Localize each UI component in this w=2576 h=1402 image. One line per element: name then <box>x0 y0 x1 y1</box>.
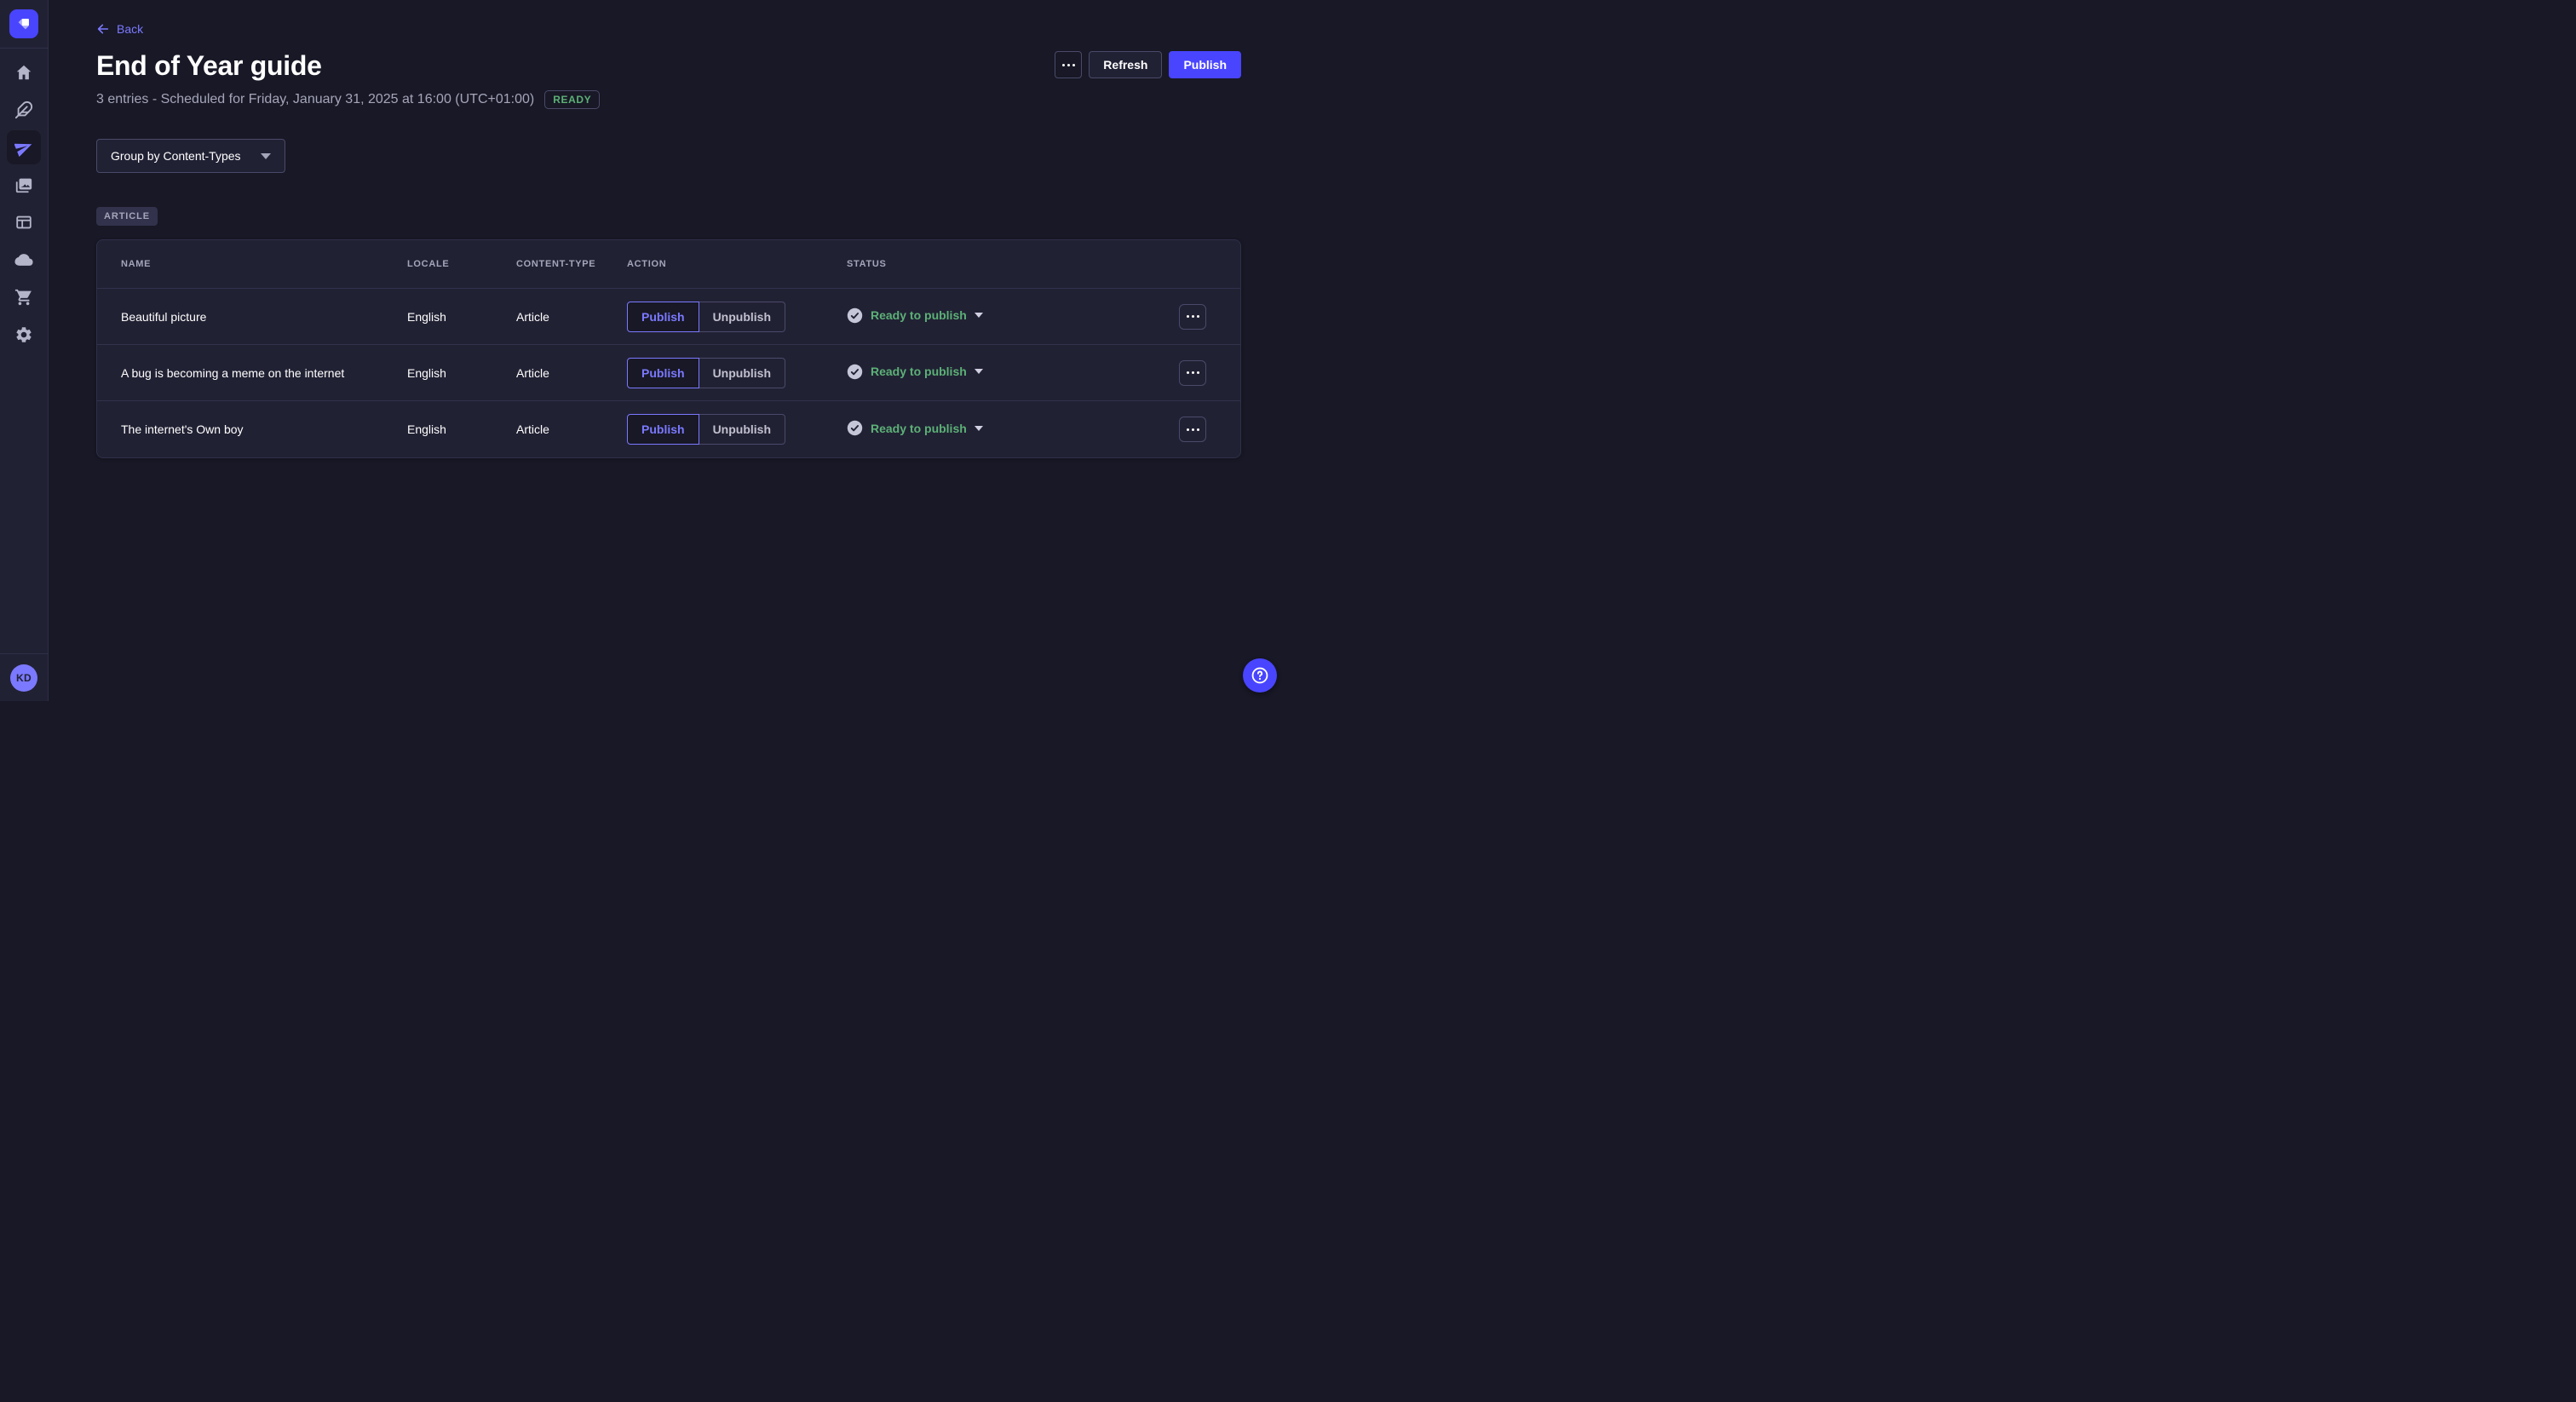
media-library-icon <box>14 175 33 194</box>
table-row: The internet's Own boy English Article P… <box>97 401 1240 457</box>
check-circle-icon <box>847 364 863 380</box>
entry-status-label: Ready to publish <box>871 308 967 322</box>
row-publish-button[interactable]: Publish <box>627 414 699 445</box>
sidebar-item-media-library[interactable] <box>7 168 41 202</box>
chevron-down-icon <box>975 369 983 374</box>
release-status-badge: READY <box>544 90 600 109</box>
column-header-locale: LOCALE <box>407 259 516 269</box>
table-row: A bug is becoming a meme on the internet… <box>97 345 1240 401</box>
avatar[interactable]: KD <box>10 664 37 692</box>
check-circle-icon <box>847 420 863 436</box>
main-navigation: KD <box>0 0 49 701</box>
table-row: Beautiful picture English Article Publis… <box>97 289 1240 345</box>
row-more-button[interactable] <box>1179 304 1206 330</box>
entry-status-dropdown[interactable]: Ready to publish <box>847 307 983 324</box>
row-publish-button[interactable]: Publish <box>627 302 699 332</box>
group-by-select[interactable]: Group by Content-Types <box>96 139 285 173</box>
ellipsis-icon <box>1187 371 1199 374</box>
more-actions-button[interactable] <box>1055 51 1082 78</box>
feather-icon <box>14 101 33 119</box>
page-title: End of Year guide <box>96 49 322 83</box>
row-more-button[interactable] <box>1179 417 1206 442</box>
sidebar-nav <box>7 49 41 653</box>
chevron-down-icon <box>261 153 271 159</box>
ellipsis-icon <box>1062 64 1075 66</box>
content-type-group-badge: ARTICLE <box>96 207 158 226</box>
publish-release-button[interactable]: Publish <box>1169 51 1241 78</box>
user-section: KD <box>0 653 48 701</box>
home-icon <box>14 63 33 82</box>
column-header-status: STATUS <box>847 259 1179 269</box>
release-summary: 3 entries - Scheduled for Friday, Januar… <box>96 92 534 107</box>
entry-status-dropdown[interactable]: Ready to publish <box>847 364 983 380</box>
column-header-content-type: CONTENT-TYPE <box>516 259 627 269</box>
entries-table: NAME LOCALE CONTENT-TYPE ACTION STATUS B… <box>96 239 1241 458</box>
entry-locale: English <box>407 310 516 324</box>
main-content: Back End of Year guide Refresh Publish 3… <box>49 0 1288 701</box>
entry-status-label: Ready to publish <box>871 365 967 378</box>
entry-locale: English <box>407 366 516 380</box>
row-unpublish-button[interactable]: Unpublish <box>699 302 785 332</box>
chevron-down-icon <box>975 426 983 431</box>
column-header-action: ACTION <box>627 259 847 269</box>
back-label: Back <box>117 22 143 36</box>
sidebar-item-releases[interactable] <box>7 130 41 164</box>
row-unpublish-button[interactable]: Unpublish <box>699 414 785 445</box>
entry-name: A bug is becoming a meme on the internet <box>121 366 407 380</box>
help-button[interactable] <box>1243 658 1277 692</box>
entry-locale: English <box>407 422 516 436</box>
entry-status-dropdown[interactable]: Ready to publish <box>847 420 983 436</box>
ellipsis-icon <box>1187 428 1199 431</box>
chevron-down-icon <box>975 313 983 318</box>
entry-name: Beautiful picture <box>121 310 407 324</box>
row-more-button[interactable] <box>1179 360 1206 386</box>
row-unpublish-button[interactable]: Unpublish <box>699 358 785 388</box>
strapi-logo-link[interactable] <box>0 0 48 49</box>
sidebar-item-content-type-builder[interactable] <box>7 205 41 239</box>
paper-plane-icon <box>14 138 33 157</box>
check-circle-icon <box>847 307 863 324</box>
back-link[interactable]: Back <box>96 22 143 36</box>
sidebar-item-deploy[interactable] <box>7 243 41 277</box>
sidebar-item-content-manager[interactable] <box>7 93 41 127</box>
group-by-value: Group by Content-Types <box>111 149 241 163</box>
strapi-logo-icon <box>14 14 33 33</box>
layout-icon <box>14 213 33 232</box>
arrow-left-icon <box>96 22 110 36</box>
release-body: Group by Content-Types ARTICLE NAME LOCA… <box>49 110 1288 458</box>
avatar-initials: KD <box>16 672 32 684</box>
ellipsis-icon <box>1187 315 1199 318</box>
entry-action-toggle: Publish Unpublish <box>627 358 785 388</box>
table-header-row: NAME LOCALE CONTENT-TYPE ACTION STATUS <box>97 240 1240 289</box>
entry-action-toggle: Publish Unpublish <box>627 414 785 445</box>
sidebar-item-settings[interactable] <box>7 318 41 352</box>
entry-status-label: Ready to publish <box>871 422 967 435</box>
refresh-button[interactable]: Refresh <box>1089 51 1162 78</box>
question-circle-icon <box>1251 666 1269 685</box>
entry-name: The internet's Own boy <box>121 422 407 436</box>
entry-content-type: Article <box>516 422 627 436</box>
sidebar-item-home[interactable] <box>7 55 41 89</box>
header-actions: Refresh Publish <box>1055 51 1241 78</box>
gear-icon <box>14 325 33 344</box>
strapi-logo <box>9 9 38 38</box>
entry-content-type: Article <box>516 310 627 324</box>
entry-content-type: Article <box>516 366 627 380</box>
shopping-cart-icon <box>14 288 33 307</box>
column-header-name: NAME <box>121 259 407 269</box>
sidebar-item-marketplace[interactable] <box>7 280 41 314</box>
release-header: Back End of Year guide Refresh Publish 3… <box>49 0 1288 110</box>
row-publish-button[interactable]: Publish <box>627 358 699 388</box>
cloud-icon <box>14 250 33 269</box>
entry-action-toggle: Publish Unpublish <box>627 302 785 332</box>
